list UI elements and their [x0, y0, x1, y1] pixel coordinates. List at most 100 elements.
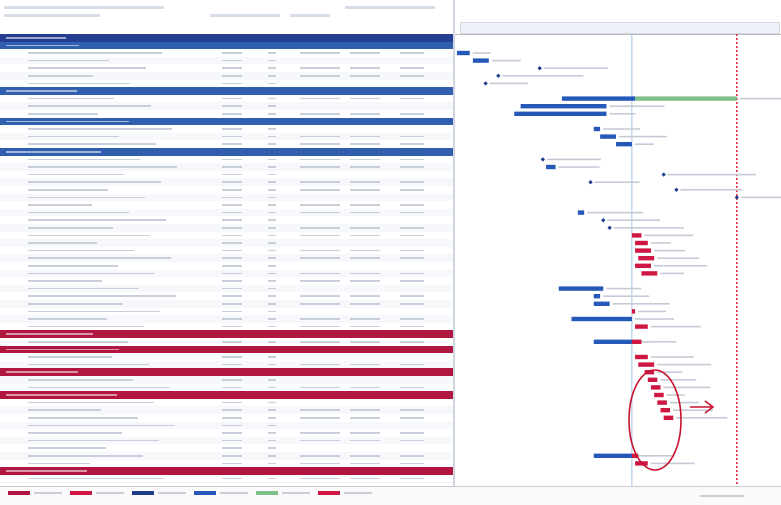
- gantt-label-placeholder: [472, 52, 491, 54]
- gantt-milestone[interactable]: [483, 81, 488, 86]
- cell-placeholder: [268, 439, 276, 442]
- cell-placeholder: [300, 67, 340, 69]
- gantt-bar-critical[interactable]: [635, 263, 651, 268]
- cell-placeholder: [28, 363, 149, 366]
- gantt-bar-critical[interactable]: [650, 385, 661, 390]
- cell-placeholder: [28, 417, 138, 419]
- cell-placeholder: [222, 189, 242, 191]
- gantt-bar-critical[interactable]: [641, 271, 658, 276]
- cell-placeholder: [268, 227, 276, 229]
- gantt-milestone[interactable]: [661, 172, 666, 177]
- cell-placeholder: [300, 211, 340, 214]
- cell-placeholder: [28, 310, 160, 313]
- gantt-bar-critical[interactable]: [647, 377, 658, 382]
- gantt-milestone[interactable]: [540, 157, 546, 162]
- gantt-label-placeholder: [644, 234, 694, 237]
- gantt-bar[interactable]: [514, 111, 607, 116]
- cell-placeholder: [300, 181, 340, 183]
- gantt-milestone[interactable]: [607, 225, 612, 230]
- cell-placeholder: [222, 113, 242, 115]
- cell-placeholder: [222, 295, 242, 297]
- gantt-bar[interactable]: [593, 339, 632, 344]
- gantt-milestone[interactable]: [588, 180, 593, 185]
- cell-placeholder: [400, 417, 424, 419]
- gantt-bar[interactable]: [561, 96, 636, 101]
- cell-placeholder: [28, 143, 156, 145]
- column-header-finish[interactable]: [345, 6, 435, 9]
- gantt-label-placeholder: [653, 249, 685, 252]
- gantt-bar-critical[interactable]: [657, 400, 667, 405]
- gantt-bar[interactable]: [600, 134, 616, 139]
- gantt-bar-critical[interactable]: [631, 233, 642, 238]
- gantt-bar[interactable]: [593, 301, 610, 306]
- cell-placeholder: [6, 151, 101, 153]
- cell-placeholder: [222, 477, 242, 480]
- cell-placeholder: [350, 211, 380, 214]
- gantt-milestone[interactable]: [496, 73, 501, 78]
- cell-placeholder: [350, 189, 380, 191]
- cell-placeholder: [268, 341, 276, 343]
- cell-placeholder: [268, 234, 276, 237]
- gantt-label-placeholder: [657, 257, 700, 259]
- cell-placeholder: [350, 52, 380, 54]
- cell-placeholder: [350, 409, 380, 411]
- cell-placeholder: [28, 128, 172, 130]
- gantt-label-placeholder: [603, 295, 650, 297]
- gantt-bar-critical[interactable]: [635, 240, 648, 246]
- gantt-bar[interactable]: [577, 210, 585, 215]
- cell-placeholder: [222, 439, 242, 442]
- cell-placeholder: [300, 318, 340, 320]
- cell-placeholder: [268, 265, 276, 267]
- gantt-bar[interactable]: [520, 104, 607, 109]
- gantt-label-placeholder: [739, 97, 781, 100]
- gantt-bar[interactable]: [593, 453, 632, 458]
- gantt-bar[interactable]: [571, 316, 632, 322]
- column-header-start[interactable]: [290, 14, 330, 17]
- gantt-bar-critical[interactable]: [638, 362, 655, 367]
- gantt-bar-critical[interactable]: [631, 339, 642, 344]
- cell-placeholder: [222, 196, 242, 199]
- gantt-milestone[interactable]: [674, 187, 679, 192]
- gantt-label-placeholder: [558, 166, 600, 168]
- gantt-bar-critical[interactable]: [660, 408, 671, 413]
- gantt-bar[interactable]: [593, 126, 601, 132]
- gantt-bar[interactable]: [593, 294, 601, 299]
- gantt-bar[interactable]: [457, 50, 470, 56]
- gantt-bar[interactable]: [472, 58, 489, 63]
- cell-placeholder: [268, 310, 276, 313]
- gantt-bar-baseline[interactable]: [635, 96, 737, 101]
- column-header-task-name[interactable]: [40, 14, 100, 17]
- cell-placeholder: [300, 455, 340, 457]
- cell-placeholder: [268, 158, 276, 161]
- gantt-bar-critical[interactable]: [635, 354, 648, 360]
- cell-placeholder: [350, 234, 380, 237]
- column-header-duration[interactable]: [210, 14, 280, 17]
- gantt-bar-critical[interactable]: [663, 415, 674, 420]
- cell-placeholder: [222, 325, 242, 328]
- cell-placeholder: [300, 52, 340, 54]
- gantt-milestone[interactable]: [537, 66, 542, 71]
- cell-placeholder: [300, 227, 340, 229]
- gantt-bar-critical[interactable]: [631, 309, 636, 314]
- cell-placeholder: [222, 303, 242, 305]
- cell-placeholder: [28, 424, 175, 427]
- gantt-bar-critical[interactable]: [635, 248, 651, 253]
- gantt-bar-critical[interactable]: [654, 392, 664, 398]
- cell-placeholder: [28, 455, 143, 457]
- cell-placeholder: [400, 113, 424, 115]
- gantt-milestone[interactable]: [734, 195, 740, 200]
- cell-placeholder: [28, 59, 109, 62]
- gantt-bar[interactable]: [558, 286, 604, 291]
- cell-placeholder: [28, 166, 177, 168]
- gantt-bar[interactable]: [546, 164, 556, 170]
- task-row[interactable]: [0, 474, 453, 484]
- cell-placeholder: [28, 303, 123, 305]
- column-header-id[interactable]: [4, 14, 44, 17]
- gantt-milestone[interactable]: [601, 218, 606, 223]
- gantt-bar-critical[interactable]: [635, 324, 648, 329]
- gantt-bar[interactable]: [616, 142, 632, 147]
- gantt-label-placeholder: [609, 105, 665, 107]
- gantt-bar-critical[interactable]: [638, 256, 655, 261]
- legend-label-placeholder: [282, 492, 310, 494]
- gantt-label-placeholder: [740, 196, 781, 199]
